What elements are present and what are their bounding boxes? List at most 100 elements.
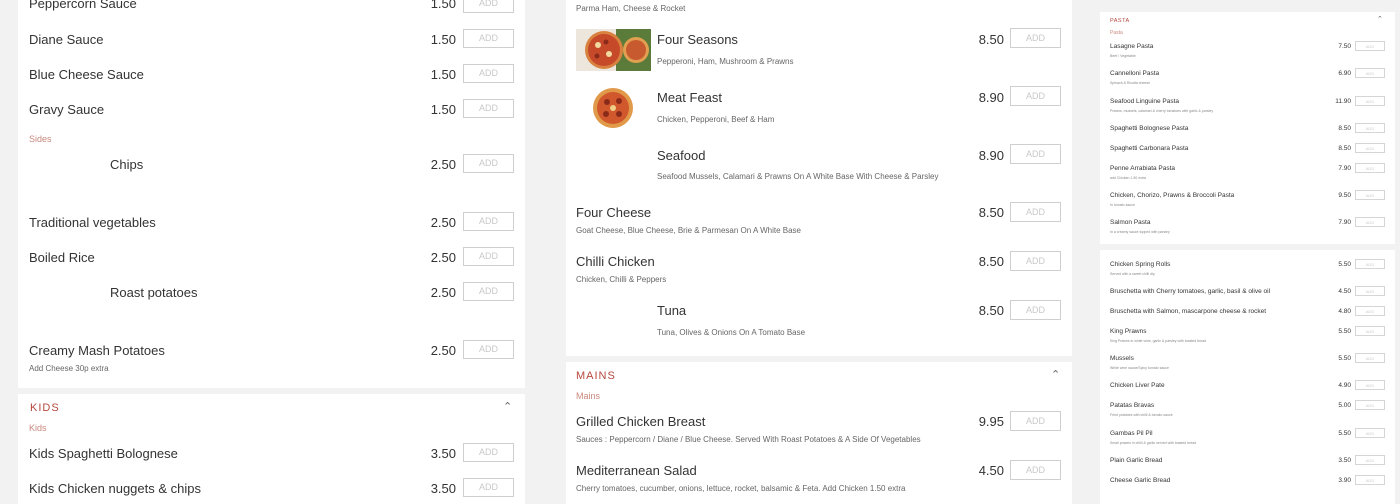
menu-item-name: Cheese Garlic Bread <box>1110 477 1171 484</box>
menu-item-price: 1.50 <box>430 102 456 117</box>
menu-item-price: 9.95 <box>978 414 1004 429</box>
add-button[interactable]: ADD <box>1355 353 1385 363</box>
add-button[interactable]: ADD <box>1355 217 1385 227</box>
menu-item-price: 3.50 <box>430 446 456 461</box>
menu-item-description: Beef / Vegetable <box>1110 54 1136 58</box>
add-button[interactable]: ADD <box>463 29 514 48</box>
section-title[interactable]: PASTA <box>1110 18 1130 24</box>
menu-item-price: 8.50 <box>1338 125 1351 132</box>
add-button[interactable]: ADD <box>1355 475 1385 485</box>
add-button[interactable]: ADD <box>1010 28 1061 48</box>
menu-item-name: Chicken Liver Pate <box>1110 382 1165 389</box>
add-button[interactable]: ADD <box>1355 306 1385 316</box>
menu-item-description: Goat Cheese, Blue Cheese, Brie & Parmesa… <box>576 226 802 235</box>
menu-item-name: Mediterranean Salad <box>576 463 697 478</box>
menu-item-name: Spaghetti Carbonara Pasta <box>1110 145 1189 152</box>
menu-item-name: Plain Garlic Bread <box>1110 457 1163 464</box>
menu-item-name: Chicken Spring Rolls <box>1110 261 1171 268</box>
menu-item-price: 3.90 <box>1338 477 1351 484</box>
menu-item-price: 7.50 <box>1338 43 1351 50</box>
add-button[interactable]: ADD <box>1355 259 1385 269</box>
add-button[interactable]: ADD <box>463 64 514 83</box>
add-button[interactable]: ADD <box>463 282 514 301</box>
menu-item-price: 2.50 <box>430 157 456 172</box>
menu-item-description: King Prawns in white wine, garlic & pars… <box>1110 339 1207 343</box>
menu-item-name: Grilled Chicken Breast <box>576 414 706 429</box>
chevron-up-icon[interactable]: ⌃ <box>503 400 512 413</box>
add-button[interactable]: ADD <box>463 99 514 118</box>
menu-item-description: White wine sauce/Spicy tomato sauce <box>1110 366 1169 370</box>
category-label: Mains <box>576 391 601 401</box>
add-button[interactable]: ADD <box>1010 86 1061 106</box>
add-button[interactable]: ADD <box>1010 300 1061 320</box>
add-button[interactable]: ADD <box>1010 202 1061 222</box>
pasta-section: PASTA ⌃ Pasta Lasagne Pasta Beef / Veget… <box>1100 12 1395 244</box>
menu-item-name: Four Seasons <box>657 32 738 47</box>
kids-section: KIDS ⌃ Kids Kids Spaghetti Bolognese 3.5… <box>18 394 525 504</box>
menu-item-name: Kids Chicken nuggets & chips <box>29 481 201 496</box>
menu-item-description: Fried potatoes with chilli & tomato sauc… <box>1110 413 1173 417</box>
add-button[interactable]: ADD <box>1010 460 1061 480</box>
add-button[interactable]: ADD <box>1010 144 1061 164</box>
chevron-up-icon[interactable]: ⌃ <box>1051 368 1060 381</box>
menu-item-price: 1.50 <box>430 0 456 11</box>
add-button[interactable]: ADD <box>1355 68 1385 78</box>
menu-item-name: Boiled Rice <box>29 250 95 265</box>
add-button[interactable]: ADD <box>1010 251 1061 271</box>
mains-section: MAINS ⌃ Mains Grilled Chicken Breast Sau… <box>566 362 1072 504</box>
menu-item-price: 6.90 <box>1338 70 1351 77</box>
menu-item-name: Seafood Linguine Pasta <box>1110 98 1180 105</box>
menu-item-name: Four Cheese <box>576 205 652 220</box>
add-button[interactable]: ADD <box>463 247 514 266</box>
add-button[interactable]: ADD <box>1355 190 1385 200</box>
menu-item-name: Spaghetti Bolognese Pasta <box>1110 125 1189 132</box>
add-button[interactable]: ADD <box>1355 123 1385 133</box>
add-button[interactable]: ADD <box>1355 286 1385 296</box>
menu-item-name: Chilli Chicken <box>576 254 655 269</box>
menu-item-description: Served with a sweet chilli dip <box>1110 272 1155 276</box>
add-button[interactable]: ADD <box>1355 326 1385 336</box>
menu-item-price: 8.50 <box>1338 145 1351 152</box>
menu-item-price: 5.00 <box>1338 402 1351 409</box>
add-button[interactable]: ADD <box>1355 380 1385 390</box>
menu-item-price: 1.50 <box>430 67 456 82</box>
add-button[interactable]: ADD <box>1355 455 1385 465</box>
add-button[interactable]: ADD <box>463 0 514 13</box>
add-button[interactable]: ADD <box>1010 411 1061 431</box>
menu-item-description: Cherry tomatoes, cucumber, onions, lettu… <box>576 484 906 493</box>
add-button[interactable]: ADD <box>1355 41 1385 51</box>
menu-item-description: Sauces : Peppercorn / Diane / Blue Chees… <box>576 435 921 444</box>
menu-item-name: Tuna <box>657 303 687 318</box>
menu-item-name: Salmon Pasta <box>1110 219 1151 226</box>
add-button[interactable]: ADD <box>463 443 514 462</box>
menu-item-name: King Prawns <box>1110 328 1147 335</box>
menu-item-name: Gravy Sauce <box>29 102 105 117</box>
add-button[interactable]: ADD <box>1355 143 1385 153</box>
pizza-thumbnail <box>592 87 634 129</box>
menu-item-name: Chicken, Chorizo, Prawns & Broccoli Past… <box>1110 192 1235 199</box>
category-label: Kids <box>29 423 47 433</box>
add-button[interactable]: ADD <box>1355 428 1385 438</box>
add-button[interactable]: ADD <box>1355 163 1385 173</box>
menu-item-name: Penne Arrabiata Pasta <box>1110 165 1176 172</box>
menu-item-description: Parma Ham, Cheese & Rocket <box>576 4 686 13</box>
menu-item-price: 4.50 <box>978 463 1004 478</box>
add-button[interactable]: ADD <box>1355 400 1385 410</box>
menu-item-name: Creamy Mash Potatoes <box>29 343 165 358</box>
add-button[interactable]: ADD <box>463 154 514 173</box>
menu-item-price: 8.50 <box>978 254 1004 269</box>
menu-item-price: 2.50 <box>430 343 456 358</box>
category-label: Pasta <box>1110 30 1123 36</box>
add-button[interactable]: ADD <box>463 212 514 231</box>
menu-item-price: 8.90 <box>978 90 1004 105</box>
add-button[interactable]: ADD <box>463 340 514 359</box>
add-button[interactable]: ADD <box>463 478 514 497</box>
menu-item-description: Spinach & Ricotta cheese <box>1110 81 1151 85</box>
add-button[interactable]: ADD <box>1355 96 1385 106</box>
chevron-up-icon[interactable]: ⌃ <box>1377 15 1383 23</box>
section-title[interactable]: MAINS <box>576 370 616 382</box>
pizza-panel: Parma Ham, Cheese & Rocket Four Seasons … <box>566 0 1072 356</box>
menu-item-description: Tuna, Olives & Onions On A Tomato Base <box>657 328 806 337</box>
menu-item-price: 7.90 <box>1338 165 1351 172</box>
section-title[interactable]: KIDS <box>30 402 60 414</box>
